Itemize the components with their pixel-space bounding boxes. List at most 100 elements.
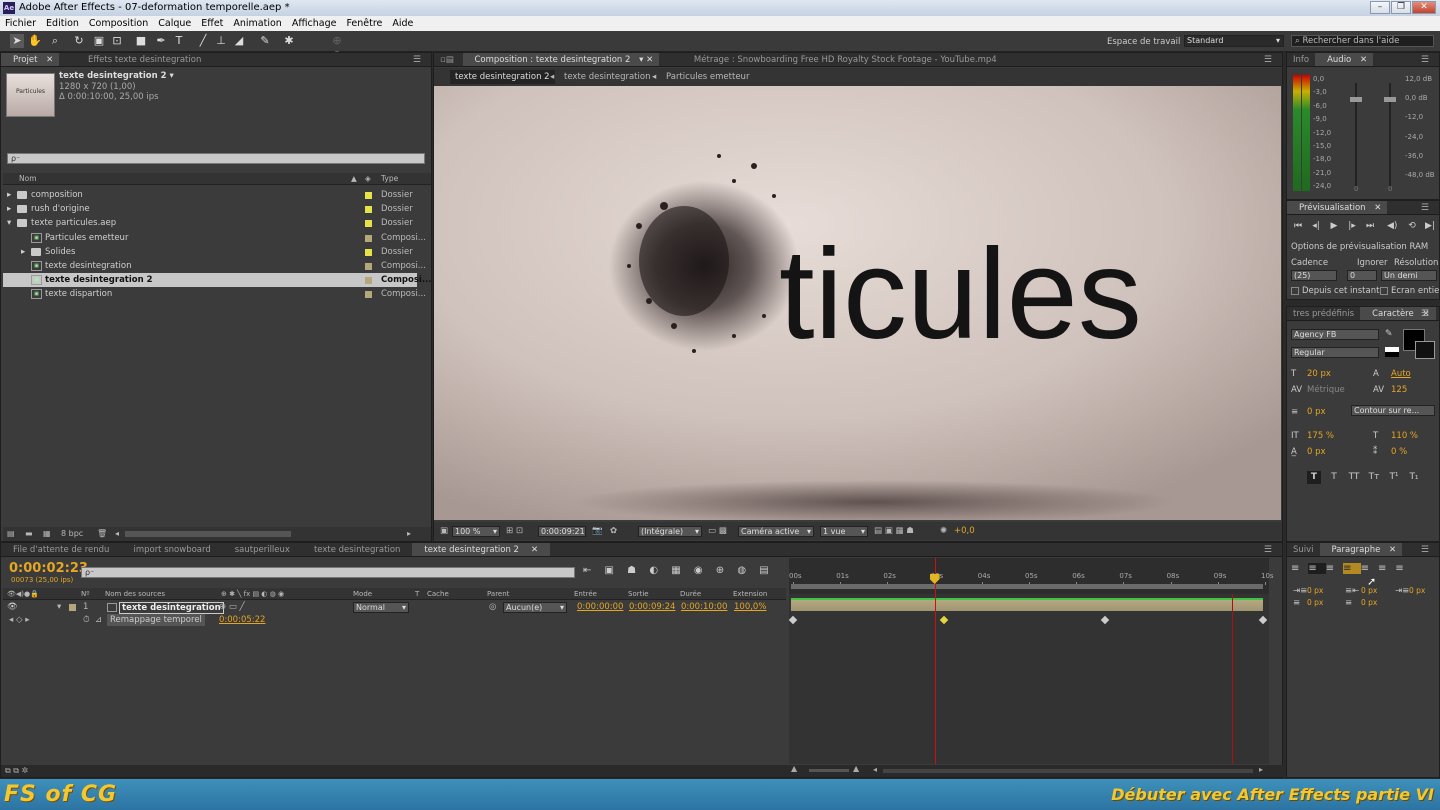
col-t[interactable]: T — [415, 588, 419, 600]
col-out[interactable]: Sortie — [628, 588, 649, 600]
trash-icon[interactable]: 🗑 — [97, 527, 107, 541]
brush-tool-icon[interactable]: ╱ — [196, 34, 210, 48]
collapse-arrow-icon[interactable]: ▸ — [7, 188, 11, 202]
font-size-value[interactable]: 20 px — [1307, 369, 1331, 379]
panel-menu-icon[interactable]: ☰ — [407, 53, 427, 66]
baseline-value[interactable]: 0 px — [1307, 447, 1326, 457]
safe-zones-icon[interactable]: ⊞ ⊡ — [506, 522, 523, 540]
breadcrumb-item-1[interactable]: texte desintegration — [564, 68, 650, 86]
menu-fenetre[interactable]: Fenêtre — [341, 16, 387, 31]
new-comp-icon[interactable]: ▦ — [43, 527, 51, 541]
audio-slider-left-thumb[interactable] — [1350, 97, 1362, 102]
timeline-search-input[interactable]: ρ⁻ — [81, 567, 575, 578]
col-duration[interactable]: Durée — [680, 588, 701, 600]
vertical-scale-value[interactable]: 175 % — [1307, 431, 1334, 441]
puppet-tool-icon[interactable]: ✱ — [282, 34, 296, 48]
col-in[interactable]: Entrée — [574, 588, 597, 600]
help-search-input[interactable]: ⌕ Rechercher dans l'aide — [1291, 35, 1434, 47]
timeline-tab[interactable]: import snowboard — [121, 543, 222, 556]
comp-flowchart-icon[interactable]: ⧉ ⧉ ✲ — [5, 766, 28, 776]
snapshot-icon[interactable]: 📷 — [592, 522, 603, 540]
property-value[interactable]: 0:00:05:22 — [219, 614, 265, 627]
timeline-switches-icon[interactable]: ⇤ ▣ ☗ ◐ ▦ ◉ ⊕ ◍ ▤ — [583, 565, 774, 576]
parent-select[interactable]: Aucun(e) ▾ — [503, 602, 567, 613]
layer-label-color[interactable] — [69, 604, 76, 611]
layer-out[interactable]: 0:00:09:24 — [629, 601, 675, 614]
tab-suivi[interactable]: Suivi — [1287, 543, 1320, 556]
text-style-button[interactable]: T₁ — [1407, 471, 1421, 484]
last-frame-icon[interactable]: ⏭ — [1365, 221, 1375, 231]
menu-composition[interactable]: Composition — [84, 16, 153, 31]
timeline-graph[interactable]: 00s01s02s03s04s05s06s07s08s09s10s — [788, 558, 1274, 764]
roto-brush-tool-icon[interactable]: ✎ — [258, 34, 272, 48]
space-before-value[interactable]: 0 px — [1307, 598, 1323, 607]
text-style-button[interactable]: T¹ — [1387, 471, 1401, 484]
resolution-select-preview[interactable]: Un demi — [1381, 270, 1437, 281]
pen-tool-icon[interactable]: ✒ — [154, 34, 168, 48]
minimize-button[interactable]: – — [1370, 1, 1390, 14]
project-item[interactable]: ▣ texte dispartion Composi... — [3, 287, 426, 301]
ram-preview-icon[interactable]: ▶| — [1425, 221, 1435, 231]
interpret-footage-icon[interactable]: ▤ — [7, 527, 15, 541]
font-family-select[interactable]: Agency FB — [1291, 329, 1379, 340]
label-color-swatch[interactable] — [365, 277, 372, 285]
tab-metrage[interactable]: Métrage : Snowboarding Free HD Royalty S… — [662, 53, 1009, 66]
timeline-tab[interactable]: File d'attente de rendu — [1, 543, 121, 556]
keyframe-diamond[interactable] — [939, 615, 949, 625]
tab-paragraphe[interactable]: Paragraphe ✕ — [1319, 543, 1403, 556]
justify-left-icon[interactable]: ≡ — [1343, 563, 1361, 574]
roi-icon[interactable]: ▭ ▩ — [708, 522, 727, 540]
layer-duration[interactable]: 0:00:10:00 — [681, 601, 727, 614]
zoom-tool-icon[interactable]: ⌕ — [48, 34, 62, 48]
scroll-left-icon[interactable]: ◂ — [115, 527, 119, 541]
text-style-button[interactable]: TT — [1347, 471, 1361, 484]
workspace-select[interactable]: Standard ▾ — [1184, 35, 1284, 47]
property-row[interactable]: ◂ ◇ ▸ ⏱ ⊿ Remappage temporel 0:00:05:22 — [3, 614, 786, 627]
timeline-tab[interactable]: texte desintegration 2 ✕ — [412, 543, 551, 556]
graph-icon[interactable]: ⊿ — [95, 614, 102, 627]
tab-effets[interactable]: Effets texte desintegration — [62, 53, 213, 66]
font-style-select[interactable]: Regular — [1291, 347, 1379, 358]
hand-tool-icon[interactable]: ✋ — [28, 34, 42, 48]
exposure-icon[interactable]: ✺ — [940, 522, 947, 540]
ignorer-select[interactable]: 0 — [1347, 270, 1377, 281]
blend-mode-select[interactable]: Normal ▾ — [353, 602, 409, 613]
comp-panel-menu-icon[interactable]: ☰ — [1258, 53, 1278, 66]
preview-panel-menu-icon[interactable]: ☰ — [1415, 201, 1435, 214]
menu-effet[interactable]: Effet — [196, 16, 228, 31]
play-icon[interactable]: ▶ — [1329, 221, 1339, 231]
project-item[interactable]: ▸ rush d'origine Dossier — [3, 202, 417, 216]
label-color-swatch[interactable] — [365, 248, 372, 256]
collapse-arrow-icon[interactable]: ▸ — [21, 245, 25, 259]
col-name[interactable]: Nom — [19, 173, 37, 185]
ram-options-label[interactable]: Options de prévisualisation RAM — [1291, 242, 1428, 252]
project-item[interactable]: ▣ Particules emetteur Composi... — [3, 231, 426, 245]
eyedropper-icon[interactable]: ✎ — [1385, 329, 1393, 339]
expand-arrow-icon[interactable]: ▾ — [57, 601, 61, 614]
tab-audio[interactable]: Audio ✕ — [1315, 53, 1374, 66]
col-mode[interactable]: Mode — [353, 588, 372, 600]
rotate-tool-icon[interactable]: ↻ — [72, 34, 86, 48]
col-source-name[interactable]: Nom des sources — [105, 588, 165, 600]
next-frame-icon[interactable]: |▸ — [1347, 221, 1357, 231]
camera-select[interactable]: Caméra active ▾ — [738, 526, 814, 537]
scroll-right-icon[interactable]: ▸ — [407, 527, 411, 541]
indent-left-value[interactable]: 0 px — [1307, 586, 1323, 595]
visibility-icon[interactable]: 👁 — [7, 601, 18, 614]
color-channels-icon[interactable]: ✿ — [610, 522, 617, 540]
keyframe-nav-icon[interactable]: ◂ ◇ ▸ — [9, 614, 29, 627]
audio-icon[interactable]: ◀) — [1387, 221, 1397, 231]
project-hscrollbar[interactable] — [125, 531, 291, 537]
camera-tool-icon[interactable]: ▣ — [92, 34, 106, 48]
selection-tool-icon[interactable]: ➤ — [10, 34, 24, 48]
layer-stretch[interactable]: 100,0% — [734, 601, 766, 614]
stroke-width-value[interactable]: 0 px — [1307, 407, 1326, 417]
work-area-bar[interactable] — [791, 584, 1263, 589]
paragraph-panel-menu-icon[interactable]: ☰ — [1415, 543, 1435, 556]
comp-viewer[interactable]: ticules — [434, 86, 1281, 520]
depuis-checkbox[interactable] — [1291, 287, 1299, 295]
label-color-swatch[interactable] — [365, 263, 372, 270]
label-color-swatch[interactable] — [365, 291, 372, 299]
close-tab-icon[interactable]: ✕ — [525, 543, 544, 556]
prev-frame-icon[interactable]: ◂| — [1311, 221, 1321, 231]
